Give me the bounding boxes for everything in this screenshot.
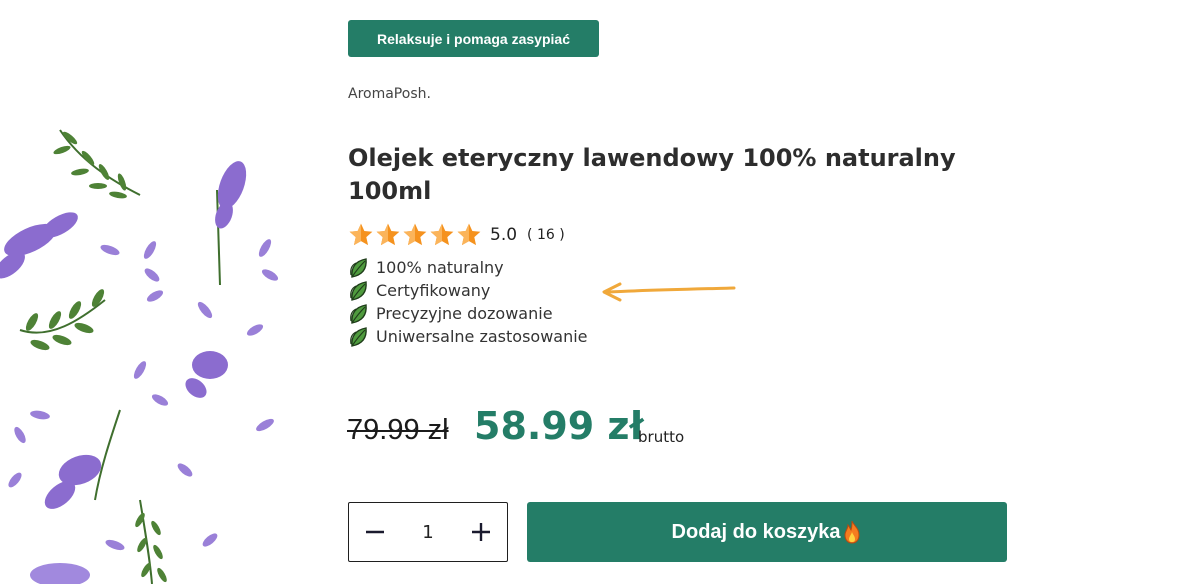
add-to-cart-label: Dodaj do koszyka: [671, 520, 841, 543]
fire-icon: [844, 520, 860, 544]
product-image: [0, 0, 285, 584]
rating-count[interactable]: ( 16 ): [527, 227, 565, 243]
annotation-arrow-icon: [602, 282, 736, 302]
plus-icon: [472, 523, 490, 541]
leaf-icon: [350, 280, 367, 301]
rating[interactable]: 5.0 ( 16 ): [348, 221, 565, 249]
star-icon: [403, 223, 427, 246]
quantity-value[interactable]: 1: [401, 522, 455, 543]
minus-icon: [366, 530, 384, 534]
leaf-icon: [350, 326, 367, 347]
feature-item: 100% naturalny: [348, 256, 588, 279]
current-price: 58.99 zł: [474, 404, 644, 448]
increment-button[interactable]: [455, 503, 507, 561]
rating-value: 5.0: [490, 225, 518, 245]
decrement-button[interactable]: [349, 503, 401, 561]
benefit-badge: Relaksuje i pomaga zasypiać: [348, 20, 599, 57]
old-price: 79.99 zł: [347, 414, 449, 446]
feature-label: Precyzyjne dozowanie: [376, 304, 553, 323]
add-to-cart-button[interactable]: Dodaj do koszyka: [527, 502, 1007, 562]
feature-label: Certyfikowany: [376, 281, 491, 300]
lavender-illustration: [0, 129, 279, 584]
rating-stars: [348, 222, 482, 248]
feature-item: Uniwersalne zastosowanie: [348, 325, 588, 348]
feature-item: Certyfikowany: [348, 279, 588, 302]
price-suffix: brutto: [638, 428, 685, 446]
star-icon: [457, 223, 481, 246]
leaf-icon: [350, 303, 367, 324]
feature-list: 100% naturalny Certyfikowany Precyzyjne …: [348, 256, 588, 348]
quantity-stepper: 1: [348, 502, 508, 562]
brand-name[interactable]: AromaPosh.: [348, 86, 431, 102]
star-icon: [349, 223, 373, 246]
feature-item: Precyzyjne dozowanie: [348, 302, 588, 325]
feature-label: 100% naturalny: [376, 258, 504, 277]
product-title: Olejek eteryczny lawendowy 100% naturaln…: [348, 144, 956, 205]
star-icon: [430, 223, 454, 246]
star-icon: [376, 223, 400, 246]
leaf-icon: [350, 257, 367, 278]
feature-label: Uniwersalne zastosowanie: [376, 327, 588, 346]
